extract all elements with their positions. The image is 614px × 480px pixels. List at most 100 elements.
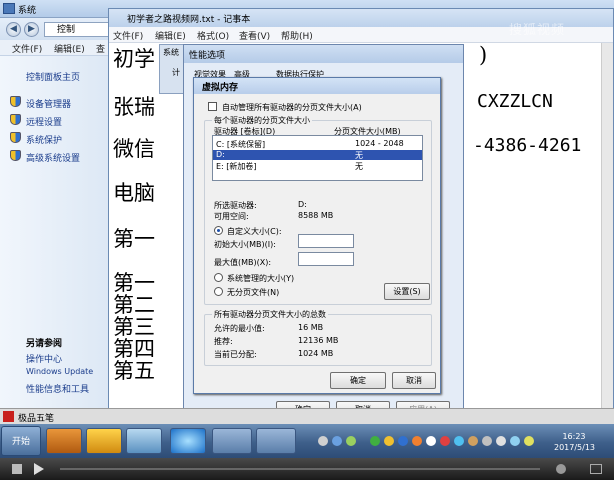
ime-bar: 极品五笔	[0, 408, 614, 424]
tray-icon[interactable]	[398, 436, 408, 446]
tray-icon[interactable]	[318, 436, 328, 446]
tray-icon[interactable]	[454, 436, 464, 446]
video-player-bar	[0, 458, 614, 480]
video-watermark: 搜狐视频	[509, 23, 566, 38]
play-icon[interactable]	[34, 463, 44, 475]
recommended-label: 推荐:	[214, 337, 233, 346]
auto-manage-label: 自动管理所有驱动器的分页文件大小(A)	[222, 103, 362, 112]
np-menu-view[interactable]: 查看(V)	[239, 29, 270, 42]
volume-icon[interactable]	[524, 436, 534, 446]
tray-icon[interactable]	[370, 436, 380, 446]
app-icon[interactable]	[86, 428, 122, 454]
initial-size-input[interactable]	[298, 234, 354, 248]
menu-file[interactable]: 文件(F)	[12, 42, 42, 55]
action-center-link[interactable]: 操作中心	[26, 352, 62, 365]
shield-icon	[10, 132, 21, 143]
forward-arrow-icon[interactable]: ▶	[24, 22, 39, 37]
current-label: 当前已分配:	[214, 350, 257, 359]
tray-icon[interactable]	[332, 436, 342, 446]
tray-icon[interactable]	[440, 436, 450, 446]
menu-edit[interactable]: 编辑(E)	[54, 42, 85, 55]
text-line: 张瑞	[113, 95, 155, 119]
np-menu-file[interactable]: 文件(F)	[113, 29, 143, 42]
shield-icon	[10, 96, 21, 107]
initial-size-label: 初始大小(MB)(I):	[214, 240, 276, 249]
remote-settings-link[interactable]: 远程设置	[26, 115, 62, 128]
np-menu-format[interactable]: 格式(O)	[197, 29, 229, 42]
shield-icon	[10, 114, 21, 125]
perf-title: 性能选项	[189, 51, 226, 61]
max-size-label: 最大值(MB)(X):	[214, 258, 272, 267]
back-arrow-icon[interactable]: ◀	[6, 22, 21, 37]
tray-icon[interactable]	[384, 436, 394, 446]
drive-size: 1024 - 2048	[355, 139, 404, 148]
stop-icon[interactable]	[12, 464, 22, 474]
computer-icon	[3, 3, 15, 14]
text-line: 微信	[113, 137, 155, 161]
clock-time: 16:23	[562, 432, 586, 441]
selected-drive-label: 所选驱动器:	[214, 201, 257, 210]
system-task-icon[interactable]	[256, 428, 296, 454]
system-managed-label: 系统管理的大小(Y)	[227, 274, 295, 283]
free-space-value: 8588 MB	[298, 211, 334, 220]
device-manager-link[interactable]: 设备管理器	[26, 97, 71, 110]
vertical-scrollbar[interactable]	[601, 43, 613, 411]
text-line: 初学	[113, 47, 155, 71]
text-fragment: CXZZLCN	[477, 91, 553, 112]
min-label: 允许的最小值:	[214, 324, 265, 333]
drive-list[interactable]: C: [系统保留] 1024 - 2048 D: 无 E: [新加卷] 无	[212, 135, 423, 181]
system-protection-link[interactable]: 系统保护	[26, 133, 62, 146]
np-menu-help[interactable]: 帮助(H)	[281, 29, 313, 42]
drive-size: 无	[355, 162, 363, 171]
system-managed-radio[interactable]	[214, 273, 223, 282]
min-value: 16 MB	[298, 323, 324, 332]
internet-explorer-icon[interactable]	[170, 428, 206, 454]
drive-row[interactable]: C: [系统保留] 1024 - 2048	[213, 139, 422, 149]
network-icon[interactable]	[496, 436, 506, 446]
text-line: 电脑	[113, 181, 155, 205]
np-menu-edit[interactable]: 编辑(E)	[155, 29, 186, 42]
drive-row[interactable]: E: [新加卷] 无	[213, 161, 422, 171]
clock[interactable]: 16:23 2017/5/13	[554, 431, 595, 453]
vm-cancel-button[interactable]: 取消	[392, 372, 436, 389]
tray-icon[interactable]	[510, 436, 520, 446]
drive-size: 无	[355, 151, 363, 160]
per-drive-title: 每个驱动器的分页文件大小	[212, 115, 312, 126]
qq-icon[interactable]	[426, 436, 436, 446]
no-paging-radio[interactable]	[214, 287, 223, 296]
tray-icon[interactable]	[412, 436, 422, 446]
window-switch-icon[interactable]	[126, 428, 162, 454]
windows-update-link[interactable]: Windows Update	[26, 367, 93, 376]
advanced-settings-link[interactable]: 高级系统设置	[26, 151, 80, 164]
total-title: 所有驱动器分页文件大小的总数	[212, 309, 328, 320]
control-panel-home-link[interactable]: 控制面板主页	[26, 70, 80, 83]
fireworks-icon[interactable]	[46, 428, 82, 454]
max-size-input[interactable]	[298, 252, 354, 266]
drive-name: E: [新加卷]	[216, 162, 257, 171]
custom-size-radio[interactable]	[214, 226, 223, 235]
auto-manage-checkbox[interactable]	[208, 102, 217, 111]
start-button[interactable]: 开始	[1, 426, 41, 456]
set-button[interactable]: 设置(S)	[384, 283, 430, 300]
drive-name: C: [系统保留]	[216, 140, 266, 149]
tray-icon[interactable]	[346, 436, 356, 446]
system-task-icon[interactable]	[212, 428, 252, 454]
left-pane: 控制面板主页 设备管理器 远程设置 系统保护 高级系统设置 另请参阅 操作中心 …	[0, 56, 108, 412]
vm-ok-button[interactable]: 确定	[330, 372, 386, 389]
sysprop-tab[interactable]: 计	[172, 67, 180, 78]
ime-label[interactable]: 极品五笔	[18, 411, 54, 424]
performance-info-link[interactable]: 性能信息和工具	[26, 382, 89, 395]
menu-view[interactable]: 查	[96, 42, 105, 55]
drive-row-selected[interactable]: D: 无	[213, 150, 422, 160]
volume-icon[interactable]	[556, 464, 566, 474]
progress-track[interactable]	[60, 468, 540, 470]
fullscreen-icon[interactable]	[590, 464, 602, 474]
tray-icon[interactable]	[482, 436, 492, 446]
sysprop-title: 系统	[163, 48, 179, 57]
address-bar[interactable]: 控制	[44, 22, 112, 37]
drive-name: D:	[216, 150, 225, 159]
perf-title-bar: 性能选项	[184, 45, 463, 63]
tray-icon[interactable]	[468, 436, 478, 446]
text-fragment: )	[479, 43, 488, 67]
vm-title-bar: 虚拟内存	[194, 78, 440, 94]
